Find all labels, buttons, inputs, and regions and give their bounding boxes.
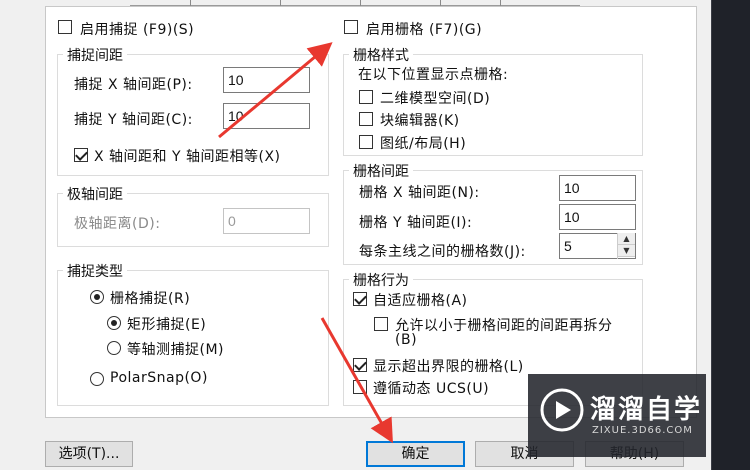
watermark-url: ZIXUE.3D66.COM <box>592 425 693 436</box>
watermark-title: 溜溜自学 <box>590 395 703 425</box>
watermark-logo-icon <box>540 388 584 432</box>
arrow-to-grid-enable <box>218 42 333 139</box>
arrow-to-ok-button <box>320 317 393 444</box>
